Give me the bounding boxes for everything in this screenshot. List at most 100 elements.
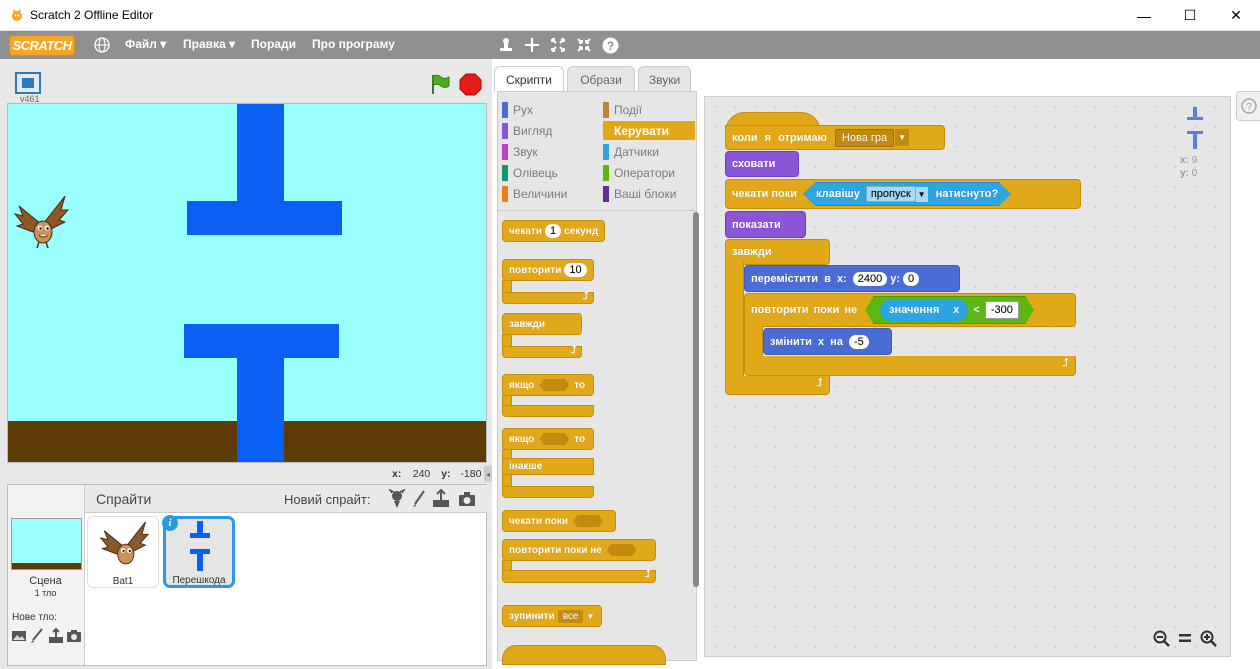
boolean-slot[interactable]: [606, 544, 637, 556]
change-input[interactable]: -5: [848, 334, 869, 349]
menu-edit[interactable]: Правка ▾: [183, 37, 235, 51]
close-button[interactable]: ✕: [1213, 0, 1259, 31]
cut-scissors-icon[interactable]: [523, 36, 541, 54]
menu-about[interactable]: Про програму: [312, 37, 395, 51]
stage-canvas[interactable]: [7, 103, 487, 463]
upload-backdrop-icon[interactable]: [48, 627, 64, 644]
palette-hat-block-partial[interactable]: [502, 645, 666, 665]
menu-file[interactable]: Файл ▾: [125, 37, 166, 51]
zoom-out-icon[interactable]: [1152, 629, 1170, 647]
when-receive-hat-block[interactable]: коли я отримаю Нова гра ▼: [725, 125, 945, 150]
category-operators[interactable]: Оператори: [603, 163, 695, 182]
backdrop-from-library-icon[interactable]: [11, 629, 27, 643]
sprite-tile-bat1[interactable]: Bat1: [87, 516, 159, 588]
y-input[interactable]: 0: [902, 271, 920, 286]
less-than-operator-block[interactable]: значення x < -300: [865, 296, 1034, 324]
stop-sign-icon[interactable]: [459, 73, 482, 96]
goto-xy-block[interactable]: перемістити в x: 2400 y: 0: [744, 265, 960, 292]
palette-if-else-block[interactable]: якщо то: [502, 428, 594, 450]
change-x-block[interactable]: змінити x на -5: [763, 328, 892, 355]
palette-scrollbar[interactable]: [693, 212, 699, 587]
paint-new-sprite-icon[interactable]: [412, 490, 426, 508]
repeat-c-foot: ⮥: [744, 356, 1076, 376]
collapse-stage-handle[interactable]: ◂: [484, 466, 492, 482]
stop-dropdown[interactable]: все: [557, 609, 584, 623]
shrink-icon[interactable]: [575, 36, 593, 54]
menu-tips[interactable]: Поради: [251, 37, 296, 51]
fullscreen-toggle-icon[interactable]: [14, 71, 42, 95]
palette-repeat-until-block[interactable]: повторити поки не: [502, 539, 656, 561]
paint-brush-icon[interactable]: [30, 628, 44, 644]
repeat-until-block[interactable]: повторити поки не значення x < -300: [744, 293, 1076, 327]
loop-arrow-icon: ⮥: [1062, 357, 1070, 369]
boolean-slot[interactable]: [539, 433, 570, 445]
c-block-foot: ⮥: [502, 290, 594, 304]
block-number[interactable]: 10: [564, 263, 587, 277]
palette-repeat-block[interactable]: повторити 10: [502, 259, 594, 281]
block-number[interactable]: 1: [544, 224, 562, 238]
scratch-logo[interactable]: SCRATCH: [9, 35, 75, 56]
category-data[interactable]: Величини: [502, 184, 592, 203]
category-control[interactable]: Керувати: [603, 121, 695, 140]
zoom-reset-icon[interactable]: [1176, 629, 1194, 647]
category-swatch: [502, 101, 508, 118]
sprite-x-value: 9: [1191, 155, 1198, 166]
category-pen[interactable]: Олівець: [502, 163, 592, 182]
minimize-button[interactable]: —: [1121, 0, 1167, 31]
camera-icon[interactable]: [66, 629, 82, 643]
block-text: якщо: [509, 433, 535, 445]
scratch-cat-icon: [10, 8, 24, 22]
category-motion[interactable]: Рух: [502, 100, 592, 119]
tab-costumes[interactable]: Образи: [567, 66, 635, 92]
sprite-tile-obstacle[interactable]: i Перешкода: [162, 515, 235, 588]
palette-stop-block[interactable]: зупинити все ▼: [502, 605, 602, 627]
boolean-slot[interactable]: [573, 515, 604, 527]
scene-thumbnail[interactable]: [11, 518, 82, 570]
duplicate-stamp-icon[interactable]: [497, 36, 515, 54]
limit-input[interactable]: -300: [984, 301, 1019, 319]
category-swatch: [502, 164, 508, 181]
category-events[interactable]: Події: [603, 100, 695, 119]
tab-sounds[interactable]: Звуки: [638, 66, 691, 92]
svg-text:?: ?: [606, 39, 613, 53]
wait-until-block[interactable]: чекати поки клавішу пропуск ▼ натиснуто?: [725, 179, 1081, 209]
show-block[interactable]: показати: [725, 211, 806, 238]
message-dropdown[interactable]: Нова гра: [834, 128, 895, 147]
help-tab[interactable]: ?: [1236, 91, 1260, 121]
palette-if-block[interactable]: якщо то: [502, 374, 594, 396]
category-sensing[interactable]: Датчики: [603, 142, 695, 161]
sprite-from-library-icon[interactable]: [387, 488, 407, 509]
hide-block[interactable]: сховати: [725, 151, 799, 177]
key-dropdown[interactable]: пропуск: [865, 186, 916, 202]
grow-icon[interactable]: [549, 36, 567, 54]
palette-forever-block[interactable]: завжди: [502, 313, 582, 335]
block-text: y:: [890, 272, 900, 285]
key-pressed-sensing-block[interactable]: клавішу пропуск ▼ натиснуто?: [802, 182, 1012, 206]
palette-wait-until-block[interactable]: чекати поки: [502, 510, 616, 532]
boolean-slot[interactable]: [539, 379, 570, 391]
upload-sprite-icon[interactable]: [432, 488, 450, 509]
help-icon[interactable]: ?: [601, 36, 619, 54]
obstacle-thumbnail: [187, 521, 213, 571]
value-of-sensing-block[interactable]: значення x: [880, 299, 969, 321]
maximize-button[interactable]: ☐: [1167, 0, 1213, 31]
obstacle-bottom-stem: [237, 354, 284, 462]
globe-icon[interactable]: [93, 36, 111, 54]
sprite-name: Bat1: [112, 576, 134, 587]
scripts-area[interactable]: коли я отримаю Нова гра ▼ сховати чекати …: [704, 96, 1231, 657]
sprite-camera-icon[interactable]: [458, 491, 476, 507]
bat-sprite[interactable]: [13, 194, 70, 252]
block-text: чекати поки: [509, 515, 569, 527]
tab-scripts[interactable]: Скрипти: [494, 66, 564, 92]
green-flag-icon[interactable]: [428, 73, 450, 95]
palette-wait-block[interactable]: чекати 1 секунд: [502, 220, 606, 242]
less-than-symbol: <: [973, 304, 980, 316]
category-looks[interactable]: Вигляд: [502, 121, 592, 140]
category-more-blocks[interactable]: Ваші блоки: [603, 184, 695, 203]
window-title: Scratch 2 Offline Editor: [30, 8, 154, 22]
zoom-in-icon[interactable]: [1199, 629, 1217, 647]
x-input[interactable]: 2400: [852, 271, 888, 286]
category-sound[interactable]: Звук: [502, 142, 592, 161]
sprite-info-icon[interactable]: i: [162, 515, 178, 531]
c-block-foot: [502, 405, 594, 417]
